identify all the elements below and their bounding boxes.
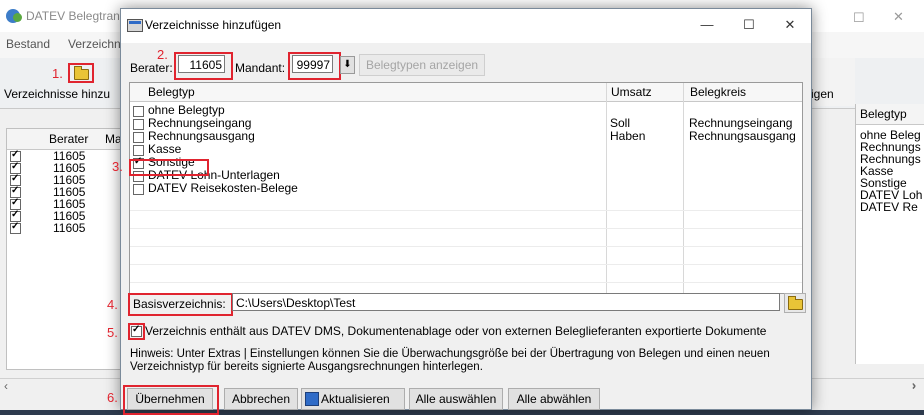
refresh-button: Aktualisieren — [321, 392, 390, 406]
toolbar-right-group[interactable]: igen — [808, 58, 855, 106]
minimize-icon[interactable]: — — [699, 17, 715, 33]
scroll-left-icon[interactable]: ‹ — [4, 379, 8, 393]
table-row[interactable]: 11605 — [7, 149, 125, 163]
grid-line — [130, 228, 802, 229]
row-label: DATEV Reisekosten-Belege — [148, 181, 298, 195]
annotation-3: 3. — [112, 159, 123, 174]
dialog-title: Verzeichnisse hinzufügen — [145, 18, 282, 32]
berater-label: Berater: — [130, 61, 173, 75]
annotation-4: 4. — [107, 297, 118, 312]
select-all-button[interactable]: Alle auswählen — [409, 388, 503, 410]
mandant-label: Mandant: — [235, 61, 286, 75]
col-umsatz[interactable]: Umsatz — [611, 85, 652, 99]
bg-close-icon[interactable]: ✕ — [893, 9, 904, 25]
list-item: DATEV Re — [860, 200, 918, 214]
folder-icon — [788, 296, 803, 310]
row-checkbox[interactable] — [133, 184, 144, 195]
refresh-button-wrap[interactable]: Aktualisieren — [301, 388, 405, 410]
belegtyp-list: Belegtyp Umsatz Belegkreis ohne Belegtyp… — [129, 82, 803, 294]
maximize-icon[interactable]: ☐ — [741, 17, 757, 33]
table-row[interactable]: 11605 — [7, 221, 125, 235]
grid-line — [130, 210, 802, 211]
col-belegtyp[interactable]: Belegtyp — [148, 85, 195, 99]
table-row[interactable]: 11605 — [7, 197, 125, 211]
toolbar-right-label: igen — [811, 87, 834, 101]
list-item[interactable]: Rechnungsausgang Haben Rechnungsausgang — [130, 130, 802, 143]
row-checkbox[interactable] — [133, 106, 144, 117]
background-window-title: DATEV Belegtrans — [26, 9, 126, 23]
grid-line — [130, 264, 802, 265]
window-icon — [127, 19, 143, 32]
list-item[interactable]: Kasse — [130, 143, 802, 156]
folder-icon — [74, 66, 89, 80]
apply-button[interactable]: Übernehmen — [127, 388, 213, 410]
table-row[interactable]: 11605 — [7, 173, 125, 187]
row-checkbox[interactable] — [133, 132, 144, 143]
right-grid-header-belegtyp: Belegtyp — [860, 107, 907, 121]
list-item[interactable]: DATEV Reisekosten-Belege — [130, 182, 802, 195]
basis-label-highlight: Basisverzeichnis: — [128, 293, 233, 316]
background-right-grid: Belegtyp ohne Beleg Rechnungs Rechnungs … — [855, 104, 924, 364]
annotation-2: 2. — [157, 47, 168, 62]
left-grid-header: Berater Ma — [7, 129, 125, 150]
row-berater: 11605 — [53, 221, 86, 235]
left-grid-header-berater: Berater — [49, 132, 89, 146]
table-row[interactable]: 11605 — [7, 209, 125, 223]
row-checkbox[interactable] — [133, 145, 144, 156]
toolbar-label-verzeichnisse: Verzeichnisse hinzu — [4, 87, 111, 101]
row-belegkreis: Rechnungsausgang — [689, 129, 796, 143]
annotation-1: 1. — [52, 66, 63, 81]
table-row[interactable]: 11605 — [7, 161, 125, 175]
sonstige-highlight — [129, 159, 209, 176]
mandant-field[interactable]: 99997 — [292, 55, 333, 73]
right-grid-header: Belegtyp — [856, 104, 924, 125]
dms-checkbox-highlight — [128, 323, 145, 340]
row-checkbox[interactable] — [133, 119, 144, 130]
bg-maximize-icon[interactable]: ☐ — [853, 10, 865, 26]
deselect-all-button[interactable]: Alle abwählen — [508, 388, 600, 410]
dialog-title-bar: Verzeichnisse hinzufügen — ☐ ✕ — [121, 9, 811, 43]
cancel-button[interactable]: Abbrechen — [224, 388, 298, 410]
dms-checkbox-label: Verzeichnis enthält aus DATEV DMS, Dokum… — [145, 324, 767, 338]
refresh-icon — [305, 392, 319, 406]
annotation-5: 5. — [107, 325, 118, 340]
close-icon[interactable]: ✕ — [782, 17, 798, 33]
datev-app-icon — [6, 9, 22, 23]
annotation-6: 6. — [107, 390, 118, 405]
basis-path-field[interactable]: C:\Users\Desktop\Test — [232, 293, 780, 311]
mandant-dropdown-icon[interactable]: ⬇ — [340, 56, 355, 74]
row-umsatz: Haben — [610, 129, 646, 143]
grid-line — [130, 282, 802, 283]
add-folders-button[interactable] — [68, 63, 94, 83]
col-belegkreis[interactable]: Belegkreis — [690, 85, 746, 99]
dms-checkbox[interactable] — [131, 324, 142, 337]
right-grid-scroll-icon[interactable]: › — [912, 378, 916, 392]
menu-bestand[interactable]: Bestand — [6, 37, 50, 51]
list-header: Belegtyp Umsatz Belegkreis — [130, 83, 802, 102]
row-checkbox[interactable] — [10, 221, 21, 234]
grid-line — [130, 246, 802, 247]
browse-folder-button[interactable] — [784, 293, 806, 313]
hint-text: Hinweis: Unter Extras | Einstellungen kö… — [130, 348, 770, 373]
belegtypen-anzeigen-button: Belegtypen anzeigen — [359, 54, 485, 76]
table-row[interactable]: 11605 — [7, 185, 125, 199]
berater-field[interactable]: 11605 — [178, 55, 225, 73]
basis-label: Basisverzeichnis: — [133, 297, 226, 311]
add-folders-dialog: Verzeichnisse hinzufügen — ☐ ✕ 2. Berate… — [107, 8, 812, 415]
